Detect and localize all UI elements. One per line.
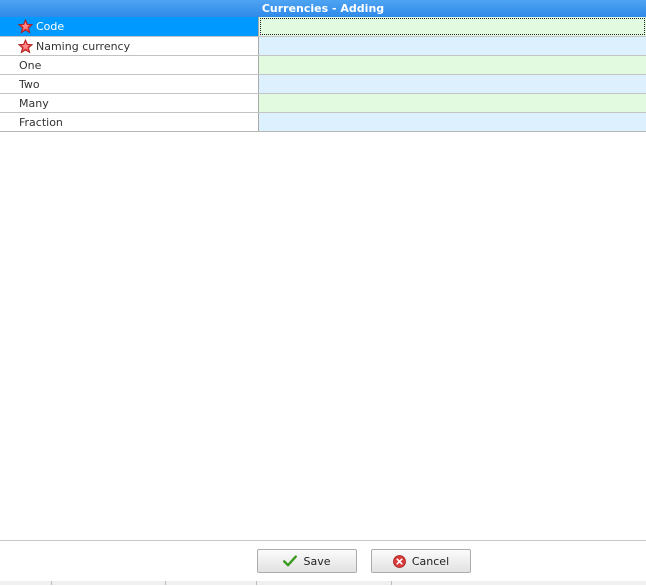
field-row-naming-currency[interactable]: Naming currency bbox=[0, 36, 646, 55]
status-separator bbox=[51, 581, 52, 585]
save-button[interactable]: Save bbox=[257, 549, 357, 573]
cancel-x-icon bbox=[392, 554, 406, 568]
field-label-text: Many bbox=[19, 96, 49, 110]
field-label-code[interactable]: Code bbox=[0, 17, 259, 36]
checkmark-icon bbox=[283, 555, 298, 567]
code-value-field[interactable] bbox=[259, 17, 646, 36]
field-label-text: Code bbox=[36, 20, 65, 33]
field-label-text: Naming currency bbox=[36, 39, 131, 53]
cancel-button[interactable]: Cancel bbox=[371, 549, 471, 573]
field-row-two[interactable]: Two bbox=[0, 74, 646, 93]
naming-currency-value-field[interactable] bbox=[259, 37, 646, 55]
field-label-naming-currency[interactable]: Naming currency bbox=[0, 37, 259, 55]
field-row-one[interactable]: One bbox=[0, 55, 646, 74]
field-label-text: Two bbox=[19, 77, 40, 91]
required-star-icon bbox=[18, 38, 33, 53]
fraction-value-field[interactable] bbox=[259, 113, 646, 131]
field-label-text: One bbox=[19, 58, 42, 72]
field-row-code[interactable]: Code bbox=[0, 17, 646, 36]
required-star-icon bbox=[18, 19, 33, 34]
save-button-label: Save bbox=[303, 554, 331, 568]
status-separator bbox=[256, 581, 257, 585]
many-value-field[interactable] bbox=[259, 94, 646, 112]
one-value-field[interactable] bbox=[259, 56, 646, 74]
field-label-text: Fraction bbox=[19, 115, 63, 129]
status-bar bbox=[0, 581, 646, 585]
field-label-one[interactable]: One bbox=[0, 56, 259, 74]
field-label-two[interactable]: Two bbox=[0, 75, 259, 93]
field-row-fraction[interactable]: Fraction bbox=[0, 112, 646, 131]
cancel-button-label: Cancel bbox=[411, 554, 450, 568]
window-title: Currencies - Adding bbox=[0, 0, 646, 17]
status-separator bbox=[165, 581, 166, 585]
field-row-many[interactable]: Many bbox=[0, 93, 646, 112]
property-grid: Code Naming currency One Two Many Fracti… bbox=[0, 17, 646, 132]
status-separator bbox=[391, 581, 392, 585]
field-label-fraction[interactable]: Fraction bbox=[0, 113, 259, 131]
dialog-footer: Save Cancel bbox=[0, 540, 646, 586]
two-value-field[interactable] bbox=[259, 75, 646, 93]
field-label-many[interactable]: Many bbox=[0, 94, 259, 112]
